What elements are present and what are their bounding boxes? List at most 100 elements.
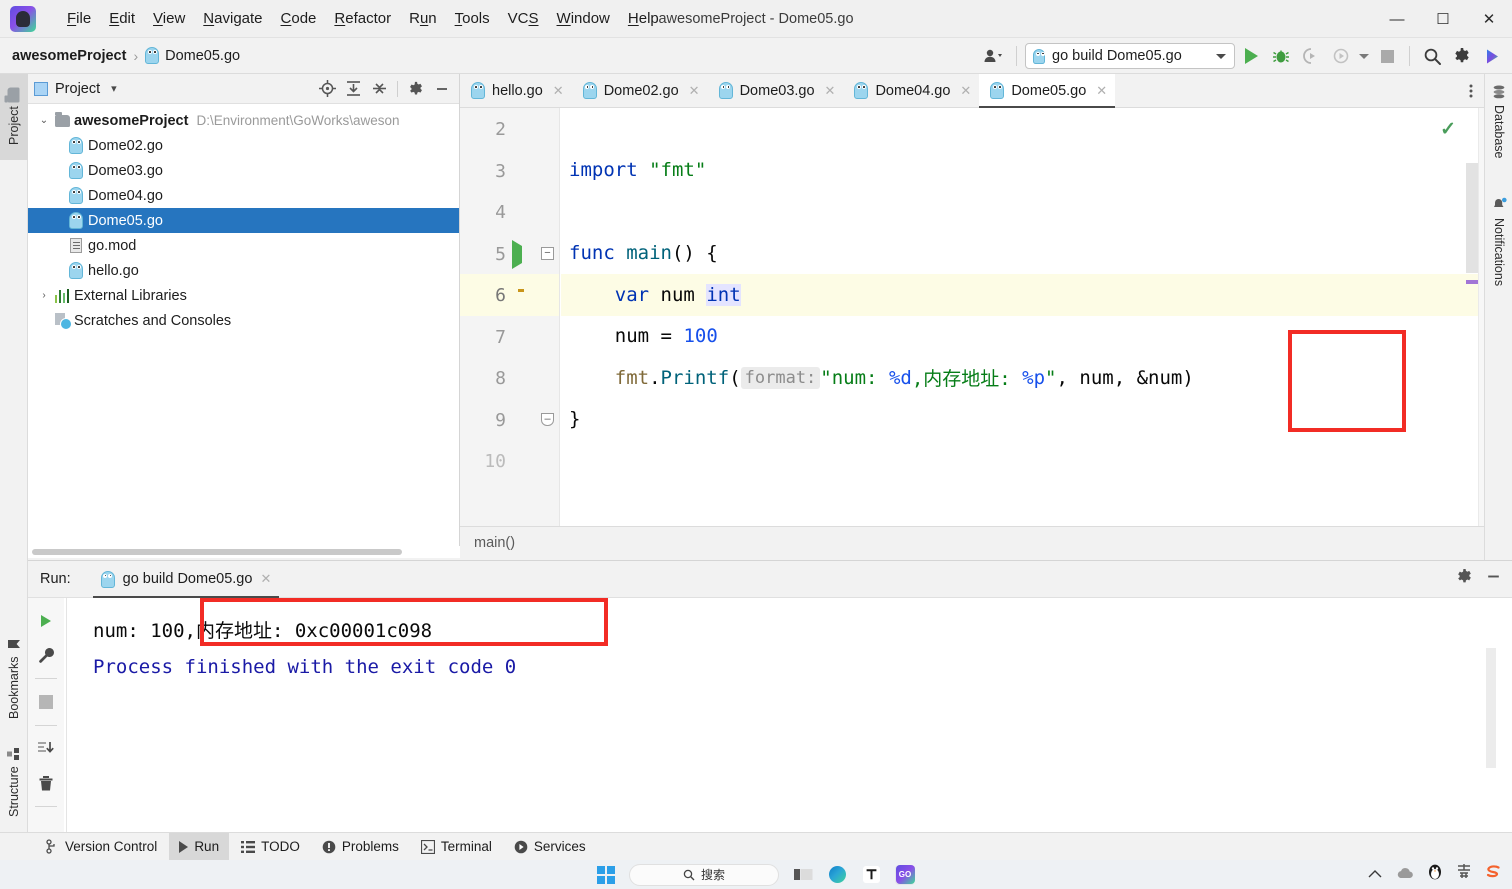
- close-icon[interactable]: ✕: [260, 571, 271, 587]
- text-app-icon[interactable]: [861, 865, 881, 885]
- status-item-run[interactable]: Run: [169, 832, 230, 861]
- stop-process-icon[interactable]: [31, 687, 61, 717]
- run-tab-go-build[interactable]: go build Dome05.go ✕: [92, 561, 280, 598]
- profiler-dropdown-icon[interactable]: [1357, 42, 1371, 70]
- settings-gear-icon[interactable]: [1456, 568, 1473, 590]
- tab-dome05-go[interactable]: Dome05.go ✕: [979, 74, 1116, 108]
- close-button[interactable]: ✕: [1466, 0, 1512, 38]
- chevron-expanded-icon[interactable]: ⌄: [36, 115, 52, 126]
- status-item-version-control[interactable]: Version Control: [36, 833, 167, 861]
- close-icon[interactable]: ✕: [553, 83, 564, 99]
- status-item-todo[interactable]: TODO: [231, 833, 310, 861]
- tree-row-scratches[interactable]: Scratches and Consoles: [28, 308, 459, 333]
- microsoft-edge-icon[interactable]: [827, 865, 847, 885]
- run-icon[interactable]: [1237, 42, 1265, 70]
- tab-dome03-go[interactable]: Dome03.go ✕: [708, 74, 844, 107]
- fold-end-icon[interactable]: –: [541, 412, 554, 426]
- taskbar-search-box[interactable]: 搜索: [629, 863, 779, 886]
- windows-start-icon[interactable]: [597, 865, 615, 884]
- ai-assistant-icon[interactable]: [1478, 42, 1506, 70]
- run-with-coverage-icon[interactable]: [1297, 42, 1325, 70]
- run-console-output[interactable]: num: 100,内存地址: 0xc00001c098 Process fini…: [66, 598, 1498, 832]
- tree-row-dome05-selected[interactable]: Dome05.go: [28, 208, 459, 233]
- code-editor[interactable]: 2 3 4 5 − 6 7 8 9 – 10 import "fmt" func…: [460, 108, 1484, 526]
- close-icon[interactable]: ✕: [1096, 83, 1107, 99]
- menu-edit[interactable]: Edit: [100, 6, 144, 31]
- search-everywhere-icon[interactable]: [1418, 42, 1446, 70]
- collapse-all-icon[interactable]: [368, 78, 390, 100]
- breadcrumb-main-func[interactable]: main(): [474, 535, 515, 551]
- tab-dome04-go[interactable]: Dome04.go ✕: [843, 74, 979, 107]
- sidebar-item-bookmarks[interactable]: Bookmarks: [0, 628, 28, 728]
- menu-view[interactable]: View: [144, 6, 194, 31]
- goland-taskbar-icon[interactable]: GO: [895, 864, 915, 885]
- status-item-problems[interactable]: Problems: [312, 833, 409, 861]
- qq-penguin-icon[interactable]: [1428, 864, 1442, 885]
- menu-window[interactable]: Window: [548, 6, 619, 31]
- tree-row-dome02[interactable]: Dome02.go: [28, 133, 459, 158]
- stop-icon[interactable]: [1373, 42, 1401, 70]
- console-vertical-scrollbar[interactable]: [1486, 648, 1496, 768]
- close-icon[interactable]: ✕: [825, 83, 836, 99]
- menu-tools[interactable]: Tools: [446, 6, 499, 31]
- menu-help[interactable]: Help: [619, 6, 668, 31]
- go-file-icon: [66, 212, 86, 229]
- profiler-icon[interactable]: [1327, 42, 1355, 70]
- settings-gear-icon[interactable]: [1448, 42, 1476, 70]
- menu-code[interactable]: Code: [272, 6, 326, 31]
- menu-refactor[interactable]: Refactor: [325, 6, 400, 31]
- close-icon[interactable]: ✕: [960, 83, 971, 99]
- s-app-icon[interactable]: [1486, 864, 1502, 885]
- tree-row-external-libraries[interactable]: › External Libraries: [28, 283, 459, 308]
- options-gear-icon[interactable]: [405, 78, 427, 100]
- menu-vcs[interactable]: VCS: [499, 6, 548, 31]
- show-hidden-icons-chevron[interactable]: [1368, 866, 1382, 884]
- project-panel-title[interactable]: Project ▾: [34, 81, 117, 97]
- maximize-button[interactable]: ☐: [1420, 0, 1466, 38]
- menu-navigate[interactable]: Navigate: [194, 6, 271, 31]
- hide-panel-icon[interactable]: [431, 78, 453, 100]
- user-account-icon[interactable]: [980, 42, 1008, 70]
- rerun-icon[interactable]: [31, 606, 61, 636]
- close-icon[interactable]: ✕: [689, 83, 700, 99]
- locate-in-tree-icon[interactable]: [316, 78, 338, 100]
- ime-icon[interactable]: [1456, 864, 1472, 885]
- breadcrumb-project[interactable]: awesomeProject: [12, 48, 126, 64]
- breadcrumb-file[interactable]: Dome05.go: [145, 47, 240, 64]
- expand-all-icon[interactable]: [342, 78, 364, 100]
- hide-panel-icon[interactable]: [1485, 568, 1502, 590]
- sidebar-item-structure[interactable]: Structure: [0, 734, 28, 830]
- run-gutter-icon[interactable]: [512, 239, 522, 269]
- clear-all-trash-icon[interactable]: [31, 768, 61, 798]
- tree-row-gomod[interactable]: go.mod: [28, 233, 459, 258]
- tree-row-dome04[interactable]: Dome04.go: [28, 183, 459, 208]
- tab-hello-go[interactable]: hello.go ✕: [460, 74, 572, 107]
- chevron-down-icon[interactable]: ▾: [111, 82, 117, 95]
- scroll-to-end-icon[interactable]: [31, 734, 61, 764]
- tree-row-hello[interactable]: hello.go: [28, 258, 459, 283]
- more-options-icon[interactable]: [1458, 74, 1484, 107]
- menu-file[interactable]: File: [58, 6, 100, 31]
- menu-run[interactable]: Run: [400, 6, 446, 31]
- editor-text[interactable]: import "fmt" func main() { var num int n…: [561, 108, 1484, 526]
- status-item-terminal[interactable]: Terminal: [411, 833, 502, 861]
- status-item-services[interactable]: Services: [504, 833, 596, 861]
- tree-row-awesomeproject[interactable]: ⌄ awesomeProject D:\Environment\GoWorks\…: [28, 108, 459, 133]
- project-horizontal-scrollbar[interactable]: [28, 546, 460, 558]
- tab-dome02-go[interactable]: Dome02.go ✕: [572, 74, 708, 107]
- tree-row-dome03[interactable]: Dome03.go: [28, 158, 459, 183]
- task-view-icon[interactable]: [793, 865, 813, 885]
- sidebar-item-database[interactable]: Database: [1485, 74, 1512, 170]
- minimize-button[interactable]: —: [1374, 0, 1420, 38]
- cloud-icon[interactable]: [1396, 866, 1414, 884]
- editor-gutter[interactable]: 2 3 4 5 − 6 7 8 9 – 10: [460, 108, 560, 526]
- run-configuration-selector[interactable]: go build Dome05.go: [1025, 43, 1235, 69]
- chevron-right-icon[interactable]: ›: [36, 290, 52, 301]
- sidebar-item-project[interactable]: Project: [0, 74, 28, 160]
- editor-vertical-scrollbar[interactable]: [1466, 163, 1478, 273]
- edit-configuration-wrench-icon[interactable]: [31, 640, 61, 670]
- debug-bug-icon[interactable]: [1267, 42, 1295, 70]
- sidebar-item-notifications[interactable]: Notifications: [1485, 178, 1512, 306]
- fold-collapse-icon[interactable]: −: [541, 246, 554, 260]
- inspection-ok-checkmark[interactable]: ✓: [1440, 118, 1456, 141]
